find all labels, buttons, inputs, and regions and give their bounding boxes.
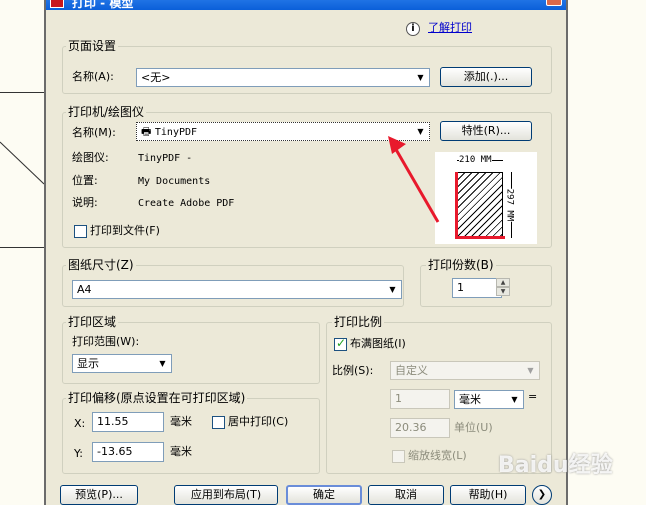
preview-button[interactable]: 预览(P)... [60,485,138,505]
preview-height-label: 297 MM [502,188,517,222]
scale-value1-input[interactable]: 1 [390,389,450,409]
printable-edge-left [455,172,458,239]
offset-group [62,398,320,474]
scale-unit-select[interactable]: 毫米 ▼ [454,390,524,409]
scale-label: 比例(S): [332,364,374,377]
chevron-down-icon: ▼ [389,285,396,294]
add-page-setup-button[interactable]: 添加(.)... [440,67,532,87]
paper-size-select[interactable]: A4 ▼ [72,280,402,299]
location-label: 位置: [72,174,98,187]
print-dialog: 打印 - 模型 i 了解打印 页面设置 名称(A): <无> ▼ 添加(.)..… [44,0,568,505]
print-area-label: 打印区域 [66,315,119,329]
ok-button[interactable]: 确定 [286,485,362,505]
fit-to-paper-label[interactable]: 布满图纸(I) [350,337,406,351]
background-line-top [0,92,44,93]
learn-print-link[interactable]: 了解打印 [428,21,472,35]
page-setup-name-select[interactable]: <无> ▼ [136,68,430,87]
scale-lineweights-label[interactable]: 缩放线宽(L) [408,449,467,463]
copies-down-icon[interactable]: ▼ [496,287,510,296]
info-icon: i [406,22,420,36]
print-range-select[interactable]: 显示 ▼ [72,354,172,373]
center-plot-checkbox[interactable] [212,416,225,429]
printer-group-label: 打印机/绘图仪 [66,105,147,119]
apply-to-layout-button[interactable]: 应用到布局(T) [174,485,278,505]
app-icon [50,0,64,8]
fit-to-paper-checkbox[interactable] [334,336,347,351]
chevron-down-icon: ▼ [511,395,518,404]
copies-input[interactable]: 1 [452,278,502,298]
paper-preview: 210 MM 297 MM [435,152,537,244]
paper-sheet [457,172,503,238]
watermark: Baidu经验 [498,453,613,478]
center-plot-label[interactable]: 居中打印(C) [228,415,288,429]
title-bar[interactable]: 打印 - 模型 [46,0,566,10]
close-icon[interactable] [546,0,562,6]
offset-x-label: X: [74,417,86,430]
page-setup-label: 页面设置 [66,39,119,53]
paper-size-label: 图纸尺寸(Z) [66,258,136,272]
plotter-value: TinyPDF - [138,153,193,164]
chevron-down-icon: ▼ [527,366,534,375]
scale-value2-input[interactable]: 20.36 [390,418,450,438]
scale-equals: = [528,390,538,403]
help-button[interactable]: 帮助(H) [450,485,526,505]
print-to-file-checkbox[interactable] [74,225,87,238]
window-title: 打印 - 模型 [72,0,134,10]
red-arrow-annotation [388,136,440,223]
cancel-button[interactable]: 取消 [368,485,444,505]
offset-x-input[interactable]: 11.55 [92,412,164,432]
offset-y-unit: 毫米 [170,445,192,458]
copies-label: 打印份数(B) [426,258,496,272]
scale-lineweights-checkbox[interactable] [392,450,405,463]
printer-properties-button[interactable]: 特性(R)... [440,121,532,141]
printer-icon: 🖶 [141,125,152,138]
chevron-down-icon: ▼ [417,73,424,82]
background-line-bottom [0,247,44,248]
page-setup-name-label: 名称(A): [72,70,114,83]
offset-y-input[interactable]: -13.65 [92,442,164,462]
printer-name-label: 名称(M): [72,126,116,139]
more-options-button[interactable]: ❯ [532,485,552,505]
printable-edge-bottom [455,236,505,239]
copies-up-icon[interactable]: ▲ [496,278,510,287]
print-area-group [62,322,320,384]
description-label: 说明: [72,196,98,209]
print-range-label: 打印范围(W): [72,335,140,348]
offset-x-unit: 毫米 [170,415,192,428]
print-scale-label: 打印比例 [332,315,385,329]
preview-width-label: 210 MM [459,153,492,167]
unit-label: 单位(U) [454,421,493,434]
description-value: Create Adobe PDF [138,198,235,209]
offset-label: 打印偏移(原点设置在可打印区域) [66,391,248,405]
print-to-file-label[interactable]: 打印到文件(F) [90,224,160,238]
plotter-label: 绘图仪: [72,151,109,164]
location-value: My Documents [138,176,211,187]
chevron-down-icon: ▼ [159,359,166,368]
offset-y-label: Y: [74,447,83,460]
scale-select[interactable]: 自定义 ▼ [390,361,540,380]
background-diagonal [0,141,44,185]
